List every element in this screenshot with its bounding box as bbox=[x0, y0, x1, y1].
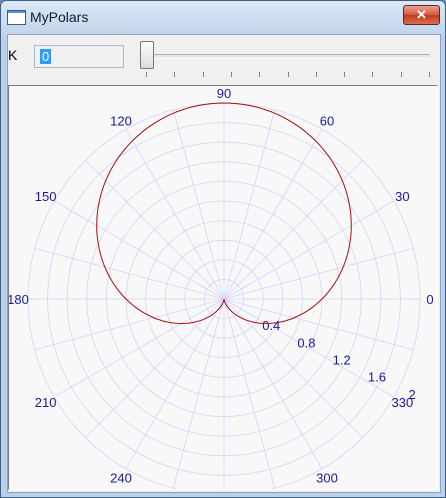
grid-spoke bbox=[34, 247, 225, 300]
angle-label: 180 bbox=[9, 292, 29, 307]
grid-spoke bbox=[172, 109, 225, 300]
radial-label: 2 bbox=[409, 387, 416, 402]
slider-tick bbox=[259, 72, 261, 77]
title-bar[interactable]: MyPolars ✕ bbox=[1, 1, 445, 34]
k-input-value: 0 bbox=[40, 49, 52, 64]
window-title: MyPolars bbox=[30, 9, 89, 25]
slider-tick bbox=[372, 72, 374, 77]
angle-label: 30 bbox=[395, 189, 409, 204]
grid-spoke bbox=[223, 160, 363, 300]
slider-tick bbox=[315, 72, 317, 77]
grid-spoke bbox=[85, 160, 225, 300]
slider-tick bbox=[344, 72, 346, 77]
app-window: MyPolars ✕ K 0 0306090120150180210240270… bbox=[0, 0, 446, 498]
slider-tick bbox=[429, 72, 430, 77]
grid-spoke bbox=[223, 200, 394, 300]
angle-label: 120 bbox=[110, 114, 132, 129]
angle-label: 300 bbox=[316, 470, 338, 485]
slider-tick bbox=[174, 72, 176, 77]
k-label: K bbox=[8, 47, 18, 63]
grid-spoke bbox=[172, 298, 225, 489]
angle-label: 210 bbox=[35, 395, 57, 410]
grid-spoke bbox=[125, 129, 225, 300]
client-area: K 0 03060901201501802102402703003300.40.… bbox=[7, 34, 441, 496]
radial-label: 0.4 bbox=[262, 318, 280, 333]
slider-tick bbox=[230, 72, 232, 77]
close-button[interactable]: ✕ bbox=[403, 5, 440, 25]
grid-spoke bbox=[54, 298, 225, 398]
slider-tick bbox=[400, 72, 402, 77]
radial-label: 1.2 bbox=[333, 353, 351, 368]
radial-label: 0.8 bbox=[297, 335, 315, 350]
grid-spoke bbox=[223, 247, 414, 300]
angle-label: 0 bbox=[426, 292, 433, 307]
grid-spoke bbox=[223, 129, 323, 300]
polar-chart: 03060901201501802102402703003300.40.81.2… bbox=[7, 86, 434, 496]
grid-spoke bbox=[54, 200, 225, 300]
slider-tick bbox=[287, 72, 289, 77]
window-icon bbox=[7, 10, 26, 25]
grid-spoke bbox=[223, 109, 276, 300]
angle-label: 60 bbox=[320, 114, 334, 129]
grid-spoke bbox=[125, 298, 225, 469]
grid-spoke bbox=[34, 298, 225, 351]
angle-label: 90 bbox=[217, 86, 231, 101]
polar-plot-area: 03060901201501802102402703003300.40.81.2… bbox=[7, 85, 438, 496]
angle-label: 240 bbox=[110, 470, 132, 485]
k-slider-track[interactable] bbox=[146, 54, 430, 59]
slider-tick bbox=[146, 72, 147, 77]
k-input[interactable]: 0 bbox=[34, 45, 124, 68]
radial-label: 1.6 bbox=[368, 370, 386, 385]
k-slider-ticks bbox=[146, 72, 430, 78]
k-slider-thumb[interactable] bbox=[140, 41, 154, 69]
grid-spoke bbox=[223, 298, 414, 351]
angle-label: 150 bbox=[35, 189, 57, 204]
slider-tick bbox=[202, 72, 204, 77]
